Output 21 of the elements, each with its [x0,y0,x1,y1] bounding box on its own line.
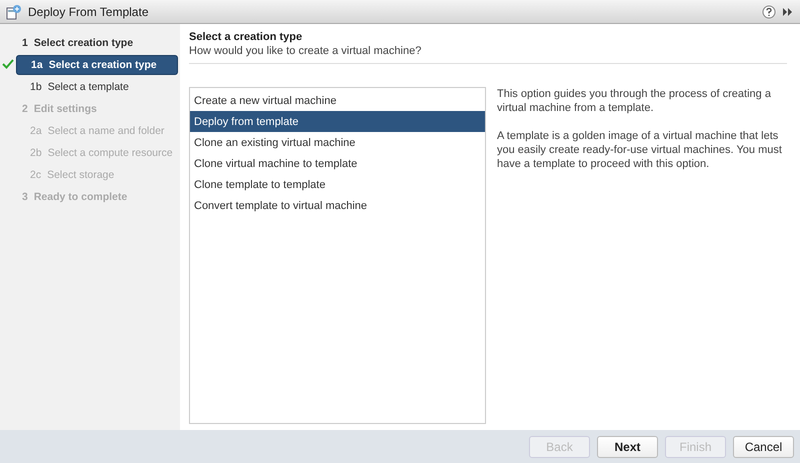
wizard-step: 1 Select creation type [0,32,178,54]
wizard-button[interactable]: Cancel [733,436,794,458]
help-icon[interactable] [762,4,776,18]
list-item[interactable]: Clone virtual machine to template [190,153,485,174]
list-item[interactable]: Create a new virtual machine [190,90,485,111]
page-title: Select a creation type [189,31,304,43]
window-title: Deploy From Template [28,4,150,18]
description-text: This option guides you through the process of creating a virtual machine from a template. [497,87,772,115]
list-item[interactable]: Deploy from template [190,111,485,132]
wizard-button[interactable]: Next [597,436,658,458]
wizard-substep[interactable]: 1a Select a creation type [16,55,178,75]
expand-icon[interactable] [782,6,794,16]
template-icon [6,4,22,20]
list-item[interactable]: Clone an existing virtual machine [190,132,485,153]
list-item[interactable]: Convert template to virtual machine [190,195,485,216]
description-text: A template is a golden image of a virtual machine that lets you easily create ready-for-use virtual machines. You must have a template to proceed with this option. [497,129,783,171]
wizard-substep[interactable]: 1b Select a template [16,78,178,96]
page-subtitle: How would you like to create a virtual machine? [189,45,422,57]
wizard-step: 3 Ready to complete [0,186,178,208]
wizard-step: 2 Edit settings [0,98,178,120]
list-item[interactable]: Clone template to template [190,174,485,195]
